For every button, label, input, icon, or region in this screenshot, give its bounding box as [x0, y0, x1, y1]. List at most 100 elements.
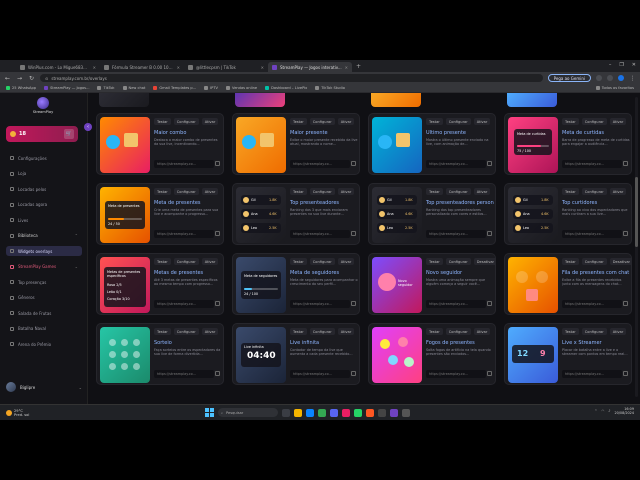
configure-button[interactable]: Configurar: [581, 328, 607, 335]
cart-icon[interactable]: 🛒: [64, 129, 74, 139]
sidebar-item-prize-arena[interactable]: Arena do Prêmio: [6, 339, 82, 349]
close-icon[interactable]: ✕: [345, 65, 348, 70]
browser-tab[interactable]: WinPlus.com - Lo Migue683... ✕: [16, 62, 100, 72]
card-url-field[interactable]: https://streamplay.co...: [426, 300, 486, 308]
minimize-button[interactable]: –: [609, 62, 612, 68]
new-tab-button[interactable]: +: [356, 63, 361, 70]
test-button[interactable]: Testar: [426, 258, 443, 265]
scrollbar-thumb[interactable]: [635, 177, 638, 247]
configure-button[interactable]: Configurar: [581, 188, 607, 195]
copy-icon[interactable]: [215, 301, 220, 306]
extension-icon[interactable]: [596, 75, 602, 81]
balance-card[interactable]: 18 🛒: [6, 126, 78, 142]
toggle-button[interactable]: Ativar: [473, 188, 491, 195]
configure-button[interactable]: Configurar: [173, 188, 199, 195]
user-profile[interactable]: Biglipre ⌄: [6, 377, 82, 397]
edge-icon[interactable]: [306, 408, 314, 417]
toggle-button[interactable]: Ativar: [201, 188, 219, 195]
card-url-field[interactable]: https://streamplay.co...: [154, 230, 214, 238]
sidebar-item-naval-battle[interactable]: Batalha Naval: [6, 324, 82, 334]
test-button[interactable]: Testar: [562, 188, 579, 195]
bookmark-item[interactable]: New chat: [122, 86, 145, 90]
site-info-icon[interactable]: ⊙: [45, 76, 48, 81]
card-url-field[interactable]: https://streamplay.co...: [562, 370, 622, 378]
card-url-field[interactable]: https://streamplay.co...: [290, 230, 350, 238]
app-icon[interactable]: [366, 408, 374, 417]
test-button[interactable]: Testar: [426, 118, 443, 125]
copy-icon[interactable]: [623, 161, 628, 166]
toggle-button[interactable]: Ativar: [473, 118, 491, 125]
toggle-button[interactable]: Desativar: [473, 258, 495, 265]
copy-icon[interactable]: [487, 231, 492, 236]
test-button[interactable]: Testar: [290, 328, 307, 335]
sidebar-item-rented-now[interactable]: Locadas agora: [6, 200, 82, 210]
task-view-icon[interactable]: [282, 408, 290, 417]
card-url-field[interactable]: https://streamplay.co...: [290, 300, 350, 308]
sidebar-item-lives[interactable]: Lives: [6, 215, 82, 225]
card-url-field[interactable]: https://streamplay.co...: [154, 370, 214, 378]
copy-icon[interactable]: [351, 371, 356, 376]
app-icon[interactable]: [330, 408, 338, 417]
configure-button[interactable]: Configurar: [173, 118, 199, 125]
card-url-field[interactable]: https://streamplay.co...: [426, 160, 486, 168]
test-button[interactable]: Testar: [562, 118, 579, 125]
toggle-button[interactable]: Ativar: [609, 118, 627, 125]
copy-icon[interactable]: [487, 371, 492, 376]
sidebar-item-fruit-salad[interactable]: Salada de Frutas: [6, 308, 82, 318]
configure-button[interactable]: Configurar: [581, 258, 607, 265]
close-icon[interactable]: ✕: [93, 65, 96, 70]
sidebar-item-library[interactable]: Biblioteca ⌃: [6, 231, 82, 241]
configure-button[interactable]: Configurar: [173, 258, 199, 265]
menu-icon[interactable]: ⋮: [629, 75, 636, 82]
app-icon[interactable]: [342, 408, 350, 417]
app-icon[interactable]: [378, 408, 386, 417]
card-url-field[interactable]: https://streamplay.co...: [426, 230, 486, 238]
toggle-button[interactable]: Ativar: [201, 258, 219, 265]
test-button[interactable]: Testar: [290, 258, 307, 265]
forward-icon[interactable]: →: [16, 75, 23, 82]
test-button[interactable]: Testar: [562, 258, 579, 265]
whatsapp-icon[interactable]: [354, 408, 362, 417]
configure-button[interactable]: Configurar: [309, 258, 335, 265]
bookmark-item[interactable]: Dashboard – LivePix: [265, 86, 307, 90]
copy-icon[interactable]: [215, 371, 220, 376]
card-url-field[interactable]: https://streamplay.co...: [290, 160, 350, 168]
scrollbar[interactable]: [635, 97, 638, 397]
reload-icon[interactable]: ↻: [28, 75, 35, 82]
sidebar-item-rented[interactable]: Locadas pelos: [6, 184, 82, 194]
gemini-button[interactable]: Pega ao Gemini: [547, 74, 591, 82]
close-window-button[interactable]: ✕: [632, 62, 636, 68]
card-url-field[interactable]: https://streamplay.co...: [562, 230, 622, 238]
copy-icon[interactable]: [487, 161, 492, 166]
address-bar[interactable]: ⊙ streamplay.com.br/overlays: [40, 74, 543, 82]
taskbar-search[interactable]: ⌕ Pesquisar: [218, 408, 278, 417]
card-url-field[interactable]: https://streamplay.co...: [290, 370, 350, 378]
weather-widget[interactable]: 29°C Pred. sol: [6, 409, 29, 417]
toggle-button[interactable]: Ativar: [609, 328, 627, 335]
configure-button[interactable]: Configurar: [309, 328, 335, 335]
toggle-button[interactable]: Ativar: [201, 328, 219, 335]
sidebar-item-settings[interactable]: Configurações: [6, 153, 82, 163]
back-icon[interactable]: ←: [4, 75, 11, 82]
collapse-sidebar-button[interactable]: ‹: [84, 123, 92, 131]
configure-button[interactable]: Configurar: [445, 258, 471, 265]
bookmark-item[interactable]: Gmail Templates p...: [153, 86, 196, 90]
app-icon[interactable]: [402, 408, 410, 417]
chrome-icon[interactable]: [318, 408, 326, 417]
card-url-field[interactable]: https://streamplay.co...: [426, 370, 486, 378]
copy-icon[interactable]: [351, 231, 356, 236]
toggle-button[interactable]: Ativar: [337, 258, 355, 265]
toggle-button[interactable]: Ativar: [609, 188, 627, 195]
test-button[interactable]: Testar: [290, 118, 307, 125]
sidebar-item-widgets-overlays[interactable]: Widgets overlays: [6, 246, 82, 256]
toggle-button[interactable]: Desativar: [609, 258, 631, 265]
card-url-field[interactable]: https://streamplay.co...: [154, 300, 214, 308]
chevron-up-icon[interactable]: ⌃: [594, 409, 597, 413]
copy-icon[interactable]: [623, 231, 628, 236]
browser-tab[interactable]: @littlecpsm | TikTok ✕: [184, 62, 268, 72]
copy-icon[interactable]: [215, 161, 220, 166]
close-icon[interactable]: ✕: [177, 65, 180, 70]
sidebar-item-store[interactable]: Loja: [6, 169, 82, 179]
toggle-button[interactable]: Ativar: [337, 118, 355, 125]
toggle-button[interactable]: Ativar: [473, 328, 491, 335]
